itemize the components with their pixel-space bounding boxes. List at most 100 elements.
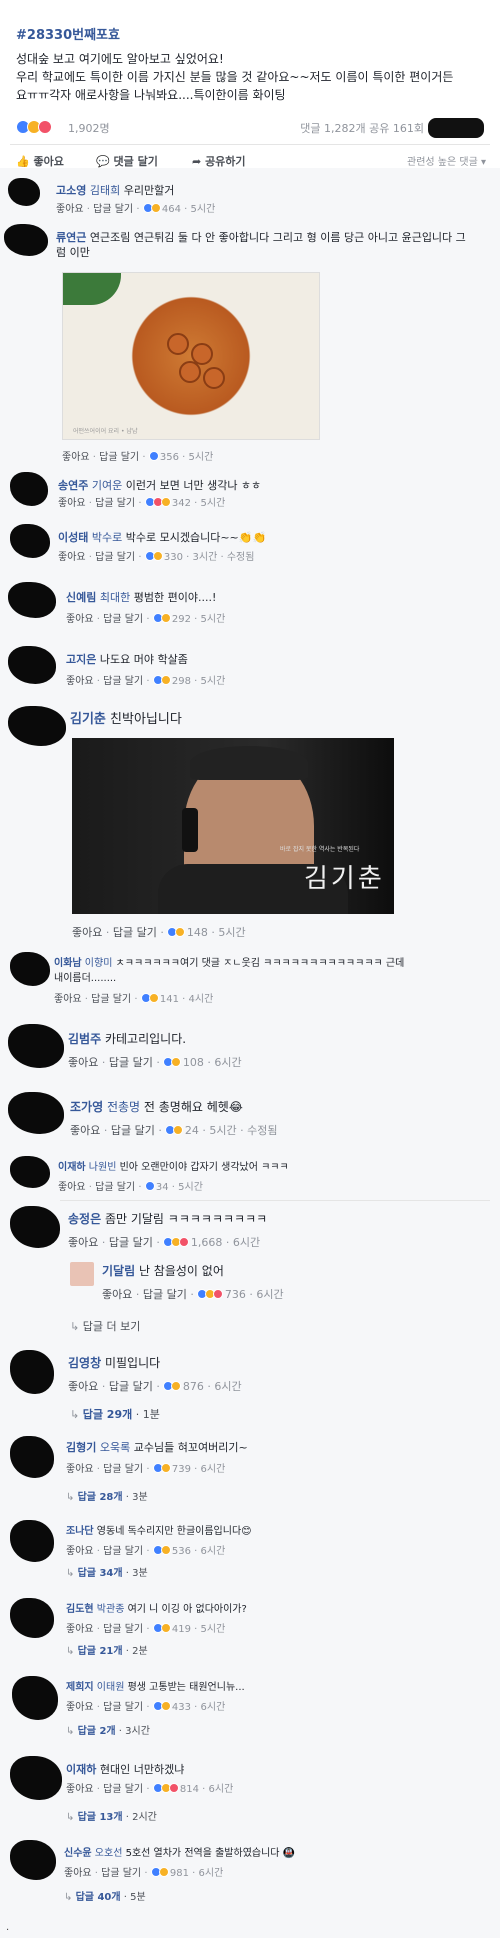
like-count[interactable]: 330 — [164, 552, 183, 563]
like-count[interactable]: 292 — [172, 614, 191, 625]
tagged-name[interactable]: 이향미 — [85, 958, 113, 969]
like-link[interactable]: 좋아요 — [102, 1288, 132, 1301]
like-link[interactable]: 좋아요 — [54, 994, 82, 1005]
like-count[interactable]: 108 — [183, 1056, 204, 1069]
reply-avatar[interactable] — [70, 1262, 94, 1286]
like-link[interactable]: 좋아요 — [58, 498, 86, 509]
like-link[interactable]: 좋아요 — [70, 1124, 100, 1137]
like-link[interactable]: 좋아요 — [66, 614, 94, 625]
like-count[interactable]: 141 — [160, 994, 179, 1005]
tagged-name[interactable]: 김태희 — [90, 184, 120, 197]
like-link[interactable]: 좋아요 — [68, 1056, 98, 1069]
reply-link[interactable]: 답글 달기 — [103, 614, 143, 625]
reply-link[interactable]: 답글 달기 — [101, 1868, 141, 1879]
reply-link[interactable]: 답글 달기 — [103, 1702, 143, 1713]
reply-link[interactable]: 답글 달기 — [109, 1380, 153, 1393]
comment-share-count[interactable]: 댓글 1,282개 공유 161회 — [300, 120, 424, 136]
commenter-name[interactable]: 조나단 — [66, 1526, 94, 1537]
tagged-name[interactable]: 오호선 — [95, 1848, 123, 1859]
like-count[interactable]: 419 — [172, 1624, 191, 1635]
tagged-name[interactable]: 이태원 — [97, 1682, 125, 1693]
reply-link[interactable]: 답글 달기 — [143, 1288, 187, 1301]
commenter-name[interactable]: 제희지 — [66, 1682, 94, 1693]
reply-link[interactable]: 답글 달기 — [103, 676, 143, 687]
reply-count-link[interactable]: ↳ 답글 29개 · 1분 — [70, 1406, 160, 1422]
commenter-name[interactable]: 이재하 — [66, 1763, 96, 1776]
more-replies-link[interactable]: ↳ 답글 더 보기 — [70, 1318, 140, 1334]
reply-link[interactable]: 답글 달기 — [93, 204, 133, 215]
commenter-name[interactable]: 류연근 — [56, 231, 86, 244]
reply-count-link[interactable]: ↳ 답글 2개 · 3시간 — [66, 1722, 150, 1737]
tagged-name[interactable]: 기여운 — [92, 479, 122, 492]
like-count[interactable]: 814 — [180, 1784, 199, 1795]
reaction-count[interactable]: 1,902명 — [68, 120, 110, 136]
reply-count-link[interactable]: ↳ 답글 21개 · 2분 — [66, 1642, 148, 1657]
like-count[interactable]: 24 — [185, 1124, 199, 1137]
like-count[interactable]: 34 — [156, 1182, 169, 1193]
like-count[interactable]: 148 — [187, 926, 208, 939]
like-count[interactable]: 356 — [160, 452, 179, 463]
like-button[interactable]: 👍 좋아요 — [16, 153, 64, 169]
relevance-dropdown[interactable]: 관련성 높은 댓글 ▾ — [407, 153, 486, 168]
like-link[interactable]: 좋아요 — [62, 452, 90, 463]
reply-link[interactable]: 답글 달기 — [95, 498, 135, 509]
like-link[interactable]: 좋아요 — [68, 1236, 98, 1249]
share-button[interactable]: ➦ 공유하기 — [192, 153, 246, 169]
like-link[interactable]: 좋아요 — [66, 1784, 94, 1795]
reply-link[interactable]: 답글 달기 — [103, 1784, 143, 1795]
reply-count-link[interactable]: ↳ 답글 13개 · 2시간 — [66, 1808, 157, 1823]
lotus-root-photo[interactable]: 어떤쓰어이어 요리 • 냠냠 — [62, 272, 320, 440]
reaction-icons[interactable] — [16, 120, 52, 134]
like-count[interactable]: 876 — [183, 1380, 204, 1393]
reply-count-link[interactable]: ↳ 답글 34개 · 3분 — [66, 1564, 148, 1579]
commenter-name[interactable]: 김범주 — [68, 1032, 101, 1046]
commenter-name[interactable]: 기달림 — [102, 1264, 135, 1278]
reply-link[interactable]: 답글 달기 — [103, 1546, 143, 1557]
reply-link[interactable]: 답글 달기 — [113, 926, 157, 939]
commenter-name[interactable]: 김기춘 — [70, 712, 106, 727]
reply-link[interactable]: 답글 달기 — [109, 1056, 153, 1069]
reply-link[interactable]: 답글 달기 — [95, 552, 135, 563]
like-count[interactable]: 739 — [172, 1464, 191, 1475]
post-tag[interactable]: #28330번째포효 — [16, 24, 120, 43]
tagged-name[interactable]: 박관종 — [97, 1604, 125, 1615]
commenter-name[interactable]: 이재하 — [58, 1162, 86, 1173]
commenter-name[interactable]: 송연주 — [58, 479, 88, 492]
like-link[interactable]: 좋아요 — [64, 1868, 92, 1879]
commenter-name[interactable]: 조가영 — [70, 1100, 103, 1114]
like-count[interactable]: 736 — [225, 1288, 246, 1301]
tagged-name[interactable]: 오욱록 — [100, 1441, 130, 1454]
like-count[interactable]: 342 — [172, 498, 191, 509]
like-count[interactable]: 464 — [162, 204, 181, 215]
commenter-name[interactable]: 신수윤 — [64, 1848, 92, 1859]
like-link[interactable]: 좋아요 — [58, 552, 86, 563]
kim-ki-chun-photo[interactable]: 바로 잡지 못한 역사는 반복된다 김기춘 — [72, 738, 394, 914]
like-count[interactable]: 298 — [172, 676, 191, 687]
like-link[interactable]: 좋아요 — [68, 1380, 98, 1393]
like-link[interactable]: 좋아요 — [72, 926, 102, 939]
commenter-name[interactable]: 김도현 — [66, 1604, 94, 1615]
like-link[interactable]: 좋아요 — [66, 1702, 94, 1713]
reply-count-link[interactable]: ↳ 답글 28개 · 3분 — [66, 1488, 148, 1503]
tagged-name[interactable]: 최대한 — [100, 591, 130, 604]
commenter-name[interactable]: 송정은 — [68, 1212, 101, 1226]
reply-count-link[interactable]: ↳ 답글 40개 · 5분 — [64, 1888, 146, 1903]
like-link[interactable]: 좋아요 — [66, 1624, 94, 1635]
commenter-name[interactable]: 고소영 — [56, 184, 86, 197]
reply-link[interactable]: 답글 달기 — [95, 1182, 135, 1193]
reply-link[interactable]: 답글 달기 — [103, 1464, 143, 1475]
like-link[interactable]: 좋아요 — [56, 204, 84, 215]
reply-link[interactable]: 답글 달기 — [103, 1624, 143, 1635]
commenter-name[interactable]: 이성태 — [58, 531, 88, 544]
like-link[interactable]: 좋아요 — [58, 1182, 86, 1193]
like-link[interactable]: 좋아요 — [66, 1464, 94, 1475]
commenter-name[interactable]: 고지은 — [66, 653, 96, 666]
commenter-name[interactable]: 신예림 — [66, 591, 96, 604]
tagged-name[interactable]: 나원빈 — [89, 1162, 117, 1173]
like-link[interactable]: 좋아요 — [66, 1546, 94, 1557]
commenter-name[interactable]: 이화남 — [54, 958, 82, 969]
like-count[interactable]: 536 — [172, 1546, 191, 1557]
like-link[interactable]: 좋아요 — [66, 676, 94, 687]
reply-link[interactable]: 답글 달기 — [91, 994, 131, 1005]
reply-link[interactable]: 답글 달기 — [99, 452, 139, 463]
